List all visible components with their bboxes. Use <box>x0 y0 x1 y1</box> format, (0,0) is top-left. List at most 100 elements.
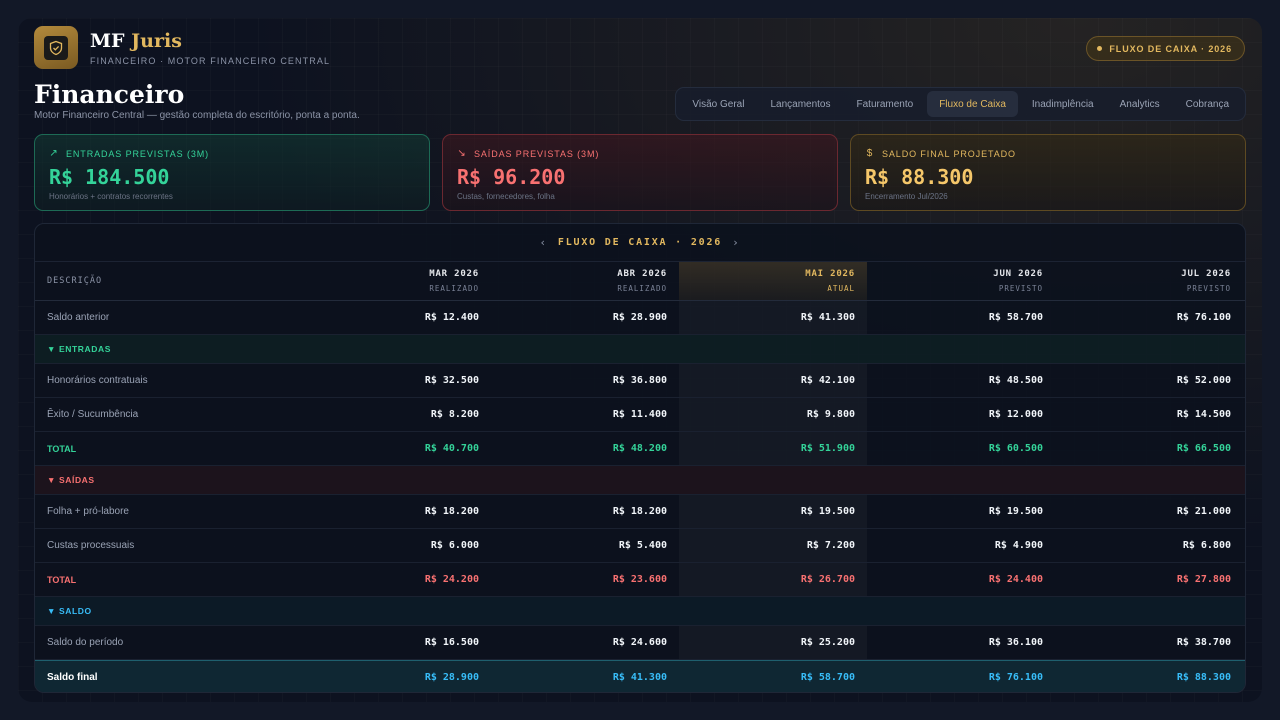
table-cell: R$ 14.500 <box>1176 409 1231 420</box>
context-pill-label: FLUXO DE CAIXA · 2026 <box>1109 43 1232 54</box>
tab-cobranca[interactable]: Cobrança <box>1174 91 1241 117</box>
table-cell: R$ 23.600 <box>612 574 667 585</box>
kpi-card-saidas: ↘ SAÍDAS PREVISTAS (3M) R$ 96.200 Custas… <box>442 134 838 211</box>
section-toggle-saldo[interactable]: ▼ SALDO <box>35 597 1245 626</box>
table-cell: R$ 51.900 <box>679 432 867 465</box>
table-cell: R$ 4.900 <box>994 540 1043 551</box>
kpi-entradas-sub: Honorários + contratos recorrentes <box>49 192 173 201</box>
chevron-right-icon[interactable]: › <box>732 236 740 249</box>
tab-bar: Visão Geral Lançamentos Faturamento Flux… <box>675 87 1246 121</box>
column-month: ABR 2026 <box>617 269 667 279</box>
table-row-total-saidas[interactable]: TOTAL R$ 24.200 R$ 23.600 R$ 26.700 R$ 2… <box>35 563 1245 597</box>
table-cell: R$ 18.200 <box>424 506 479 517</box>
tab-lancamentos[interactable]: Lançamentos <box>758 91 842 117</box>
app-frame: MF Juris FINANCEIRO · MOTOR FINANCEIRO C… <box>18 18 1262 702</box>
column-status: ATUAL <box>827 284 855 293</box>
table-cell: R$ 52.000 <box>1176 375 1231 386</box>
shield-check-icon <box>44 35 68 60</box>
row-label: Saldo anterior <box>47 312 110 323</box>
table-row-saldo-anterior[interactable]: Saldo anterior R$ 12.400 R$ 28.900 R$ 41… <box>35 301 1245 335</box>
kpi-saidas-label: SAÍDAS PREVISTAS (3M) <box>474 148 600 159</box>
tab-faturamento[interactable]: Faturamento <box>845 91 926 117</box>
row-label: Saldo final <box>47 672 98 683</box>
column-header-mai[interactable]: MAI 2026 ATUAL <box>679 262 867 300</box>
table-row-exito[interactable]: Êxito / Sucumbência R$ 8.200 R$ 11.400 R… <box>35 398 1245 432</box>
tab-inadimplencia[interactable]: Inadimplência <box>1020 91 1106 117</box>
row-label: TOTAL <box>47 443 77 454</box>
table-cell: R$ 19.500 <box>988 506 1043 517</box>
status-dot-icon <box>1097 46 1103 51</box>
column-month: MAI 2026 <box>805 269 855 279</box>
column-header-abr[interactable]: ABR 2026 REALIZADO <box>491 262 679 300</box>
table-cell: R$ 21.000 <box>1176 506 1231 517</box>
kpi-saidas-value: R$ 96.200 <box>457 165 566 189</box>
table-row-saldo-periodo[interactable]: Saldo do período R$ 16.500 R$ 24.600 R$ … <box>35 626 1245 660</box>
kpi-card-entradas: ↗ ENTRADAS PREVISTAS (3M) R$ 184.500 Hon… <box>34 134 430 211</box>
table-header-bar: ‹ FLUXO DE CAIXA · 2026 › <box>35 224 1245 262</box>
table-cell: R$ 24.600 <box>612 637 667 648</box>
chevron-left-icon[interactable]: ‹ <box>539 236 547 249</box>
table-row-folha[interactable]: Folha + pró-labore R$ 18.200 R$ 18.200 R… <box>35 495 1245 529</box>
section-label: ▼ SALDO <box>47 606 92 616</box>
table-cell: R$ 9.800 <box>679 398 867 431</box>
column-month: MAR 2026 <box>429 269 479 279</box>
table-cell: R$ 25.200 <box>679 626 867 659</box>
table-cell: R$ 40.700 <box>424 443 479 454</box>
section-label: ▼ ENTRADAS <box>47 344 111 354</box>
table-cell: R$ 12.400 <box>424 312 479 323</box>
table-cell: R$ 58.700 <box>988 312 1043 323</box>
table-cell: R$ 28.900 <box>612 312 667 323</box>
kpi-saldo-sub: Encerramento Jul/2026 <box>865 192 948 201</box>
tab-visao-geral[interactable]: Visão Geral <box>680 91 756 117</box>
table-column-header: DESCRIÇÃO MAR 2026 REALIZADO ABR 2026 REAL… <box>35 262 1245 301</box>
kpi-saldo-value: R$ 88.300 <box>865 165 974 189</box>
table-cell: R$ 48.200 <box>612 443 667 454</box>
table-cell: R$ 38.700 <box>1176 637 1231 648</box>
table-cell: R$ 76.100 <box>988 672 1043 683</box>
column-header-jun[interactable]: JUN 2026 PREVISTO <box>867 262 1055 300</box>
table-cell: R$ 36.800 <box>612 375 667 386</box>
table-cell: R$ 12.000 <box>988 409 1043 420</box>
column-header-jul[interactable]: JUL 2026 PREVISTO <box>1055 262 1243 300</box>
column-header-mar[interactable]: MAR 2026 REALIZADO <box>303 262 491 300</box>
tab-fluxo-de-caixa[interactable]: Fluxo de Caixa <box>927 91 1018 117</box>
table-cell: R$ 24.200 <box>424 574 479 585</box>
kpi-entradas-value: R$ 184.500 <box>49 165 170 189</box>
table-cell: R$ 58.700 <box>800 672 855 683</box>
table-cell: R$ 76.100 <box>1176 312 1231 323</box>
column-month: JUL 2026 <box>1181 269 1231 279</box>
context-pill[interactable]: FLUXO DE CAIXA · 2026 <box>1086 36 1245 61</box>
table-cell: R$ 5.400 <box>618 540 667 551</box>
table-cell: R$ 26.700 <box>679 563 867 596</box>
kpi-entradas-label: ENTRADAS PREVISTAS (3M) <box>66 148 210 159</box>
section-toggle-entradas[interactable]: ▼ ENTRADAS <box>35 335 1245 364</box>
table-cell: R$ 32.500 <box>424 375 479 386</box>
table-cell: R$ 66.500 <box>1176 443 1231 454</box>
logo[interactable] <box>34 26 78 69</box>
table-row-saldo-final[interactable]: Saldo final R$ 28.900 R$ 41.300 R$ 58.70… <box>35 660 1245 692</box>
column-month: JUN 2026 <box>993 269 1043 279</box>
cash-flow-table: ‹ FLUXO DE CAIXA · 2026 › DESCRIÇÃO MAR … <box>34 223 1246 693</box>
tab-analytics[interactable]: Analytics <box>1108 91 1172 117</box>
table-row-custas[interactable]: Custas processuais R$ 6.000 R$ 5.400 R$ … <box>35 529 1245 563</box>
row-label: Honorários contratuais <box>47 375 148 386</box>
page-subtitle: Motor Financeiro Central — gestão comple… <box>34 110 360 121</box>
table-title: FLUXO DE CAIXA · 2026 <box>557 237 723 248</box>
table-row-honorarios[interactable]: Honorários contratuais R$ 32.500 R$ 36.8… <box>35 364 1245 398</box>
table-cell: R$ 6.000 <box>430 540 479 551</box>
table-cell: R$ 7.200 <box>679 529 867 562</box>
row-label: Saldo do período <box>47 637 124 648</box>
trend-up-icon: ↗ <box>49 148 59 159</box>
brand-name-part1: MF <box>90 30 125 52</box>
kpi-saldo-label: SALDO FINAL PROJETADO <box>882 148 1016 159</box>
section-label: ▼ SAÍDAS <box>47 475 95 485</box>
table-cell: R$ 28.900 <box>424 672 479 683</box>
table-cell: R$ 48.500 <box>988 375 1043 386</box>
table-cell: R$ 16.500 <box>424 637 479 648</box>
section-toggle-saidas[interactable]: ▼ SAÍDAS <box>35 466 1245 495</box>
table-row-total-entradas[interactable]: TOTAL R$ 40.700 R$ 48.200 R$ 51.900 R$ 6… <box>35 432 1245 466</box>
column-header-descricao: DESCRIÇÃO <box>47 276 103 286</box>
row-label: TOTAL <box>47 574 77 585</box>
table-cell: R$ 24.400 <box>988 574 1043 585</box>
table-cell: R$ 11.400 <box>612 409 667 420</box>
